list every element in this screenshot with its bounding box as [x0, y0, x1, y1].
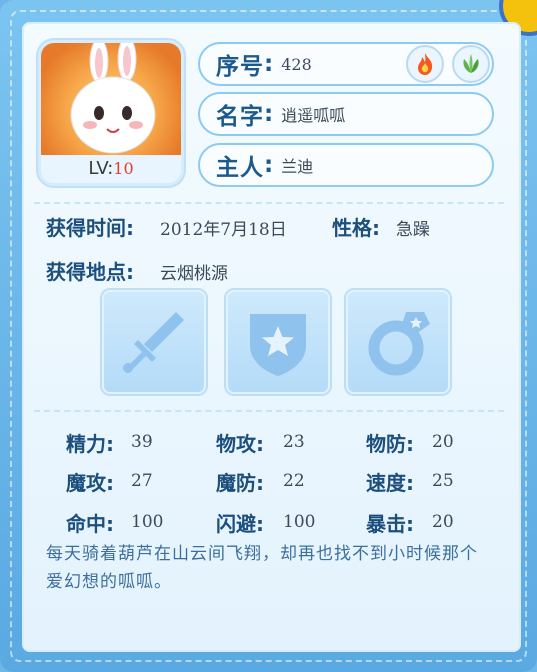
mag-atk-value: 27 [131, 471, 153, 491]
phys-atk-value: 23 [283, 432, 305, 452]
dodge-label: 闪避: [216, 512, 264, 536]
energy-value: 39 [131, 432, 153, 452]
leaf-icon [463, 54, 479, 73]
crit-label: 暴击: [366, 512, 414, 536]
personality-label: 性格: [332, 216, 380, 240]
name-label: 名字 [216, 104, 264, 130]
phys-atk-label: 物攻: [216, 432, 264, 456]
fire-icon [418, 53, 433, 75]
armor-slot[interactable] [226, 290, 330, 394]
level-label: LV: [88, 158, 114, 179]
dodge-value: 100 [283, 512, 316, 532]
serial-pill: 序号: 428 [198, 42, 494, 86]
divider [34, 410, 504, 412]
colon: : [264, 101, 274, 127]
mag-atk-label: 魔攻: [66, 471, 114, 495]
serial-label: 序号 [216, 54, 264, 80]
colon: : [264, 152, 274, 178]
avatar-background [41, 43, 181, 155]
pet-description: 每天骑着葫芦在山云间飞翔，却再也找不到小时候那个爱幻想的呱呱。 [46, 544, 478, 592]
sword-icon [123, 312, 184, 373]
obtained-place-label: 获得地点: [46, 260, 134, 284]
level-value: 10 [113, 159, 134, 178]
divider [34, 202, 504, 204]
name-value: 逍遥呱呱 [281, 106, 346, 125]
owner-label: 主人 [216, 155, 264, 181]
pet-avatar: LV:10 [38, 40, 184, 186]
obtained-place-value: 云烟桃源 [160, 264, 228, 284]
owner-value: 兰迪 [281, 157, 314, 176]
fire-element-badge[interactable] [406, 45, 444, 83]
hit-value: 100 [131, 512, 164, 532]
mag-def-label: 魔防: [216, 471, 264, 495]
crit-value: 20 [432, 512, 454, 532]
personality-value: 急躁 [396, 220, 430, 240]
obtained-time-label: 获得时间: [46, 216, 134, 240]
phys-def-value: 20 [432, 432, 454, 452]
shield-icon [250, 314, 306, 376]
grass-element-badge[interactable] [452, 45, 490, 83]
hit-label: 命中: [66, 512, 114, 536]
mag-def-value: 22 [283, 471, 305, 491]
obtained-time-value: 2012年7月18日 [160, 220, 287, 240]
rabbit-portrait-icon [70, 43, 156, 154]
ring-icon [368, 312, 430, 376]
serial-value: 428 [281, 54, 312, 74]
accessory-slot[interactable] [346, 290, 450, 394]
energy-label: 精力: [66, 432, 114, 456]
weapon-slot[interactable] [102, 290, 206, 394]
owner-pill: 主人: 兰迪 [198, 143, 494, 187]
speed-label: 速度: [366, 471, 414, 495]
speed-value: 25 [432, 471, 454, 491]
colon: : [264, 51, 274, 77]
phys-def-label: 物防: [366, 432, 414, 456]
name-pill: 名字: 逍遥呱呱 [198, 92, 494, 136]
level-bar: LV:10 [41, 155, 181, 183]
